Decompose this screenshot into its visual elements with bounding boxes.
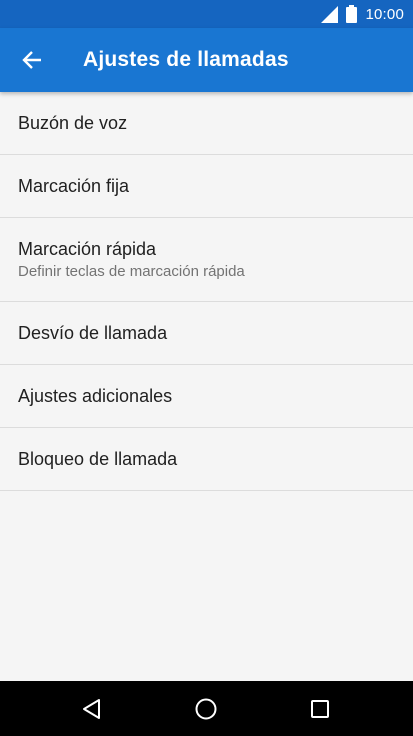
nav-recents-icon — [310, 699, 330, 719]
settings-item-title: Marcación rápida — [18, 238, 157, 259]
nav-back-icon — [82, 698, 102, 720]
nav-recents-button[interactable] — [290, 681, 350, 736]
signal-icon — [321, 5, 339, 23]
settings-item-speed-dial[interactable]: Marcación rápida Definir teclas de marca… — [0, 218, 413, 302]
settings-item-fixed-dialing[interactable]: Marcación fija — [0, 155, 413, 218]
clock: 10:00 — [365, 5, 404, 23]
app-bar: Ajustes de llamadas — [0, 28, 413, 92]
settings-item-title: Buzón de voz — [18, 113, 128, 133]
settings-list: Buzón de voz Marcación fija Marcación rá… — [0, 92, 413, 491]
back-button[interactable] — [8, 36, 56, 84]
settings-item-call-blocking[interactable]: Bloqueo de llamada — [0, 428, 413, 491]
nav-home-button[interactable] — [176, 681, 236, 736]
page-title: Ajustes de llamadas — [83, 48, 289, 71]
settings-item-voicemail[interactable]: Buzón de voz — [0, 92, 413, 155]
navigation-bar — [0, 681, 413, 736]
settings-item-title: Desvío de llamada — [18, 323, 168, 343]
settings-item-additional-settings[interactable]: Ajustes adicionales — [0, 365, 413, 428]
settings-item-title: Bloqueo de llamada — [18, 449, 178, 469]
arrow-back-icon — [22, 50, 42, 70]
status-icons: 10:00 — [321, 0, 404, 28]
nav-back-button[interactable] — [62, 681, 122, 736]
settings-item-subtitle: Definir teclas de marcación rápida — [18, 262, 245, 280]
status-bar: 10:00 — [0, 0, 413, 28]
battery-icon — [346, 5, 358, 23]
nav-home-icon — [194, 697, 218, 721]
settings-item-title: Marcación fija — [18, 176, 130, 196]
settings-item-title: Ajustes adicionales — [18, 386, 173, 406]
settings-item-call-forwarding[interactable]: Desvío de llamada — [0, 302, 413, 365]
